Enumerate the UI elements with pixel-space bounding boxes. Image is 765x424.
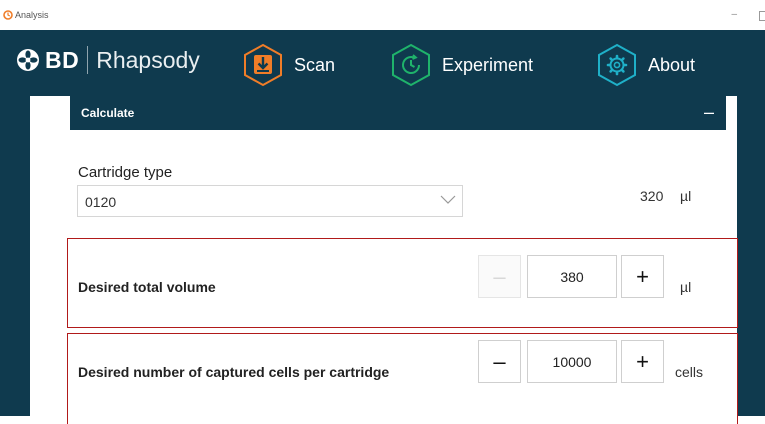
brand-bd: BD (45, 46, 80, 73)
calculate-title: Calculate (81, 106, 135, 120)
experiment-timer-icon (392, 43, 430, 87)
total-volume-row: Desired total volume – 380 + µl (67, 238, 738, 328)
left-sidebar-strip (0, 96, 30, 416)
captured-cells-unit: cells (675, 364, 704, 380)
total-volume-increment-button[interactable]: + (621, 255, 664, 298)
brand-divider (87, 46, 89, 74)
captured-cells-row: Desired number of captured cells per car… (67, 333, 738, 424)
chevron-down-icon (440, 195, 456, 204)
scan-download-icon (244, 43, 282, 87)
app-header: BD Rhapsody Scan Experiment About (0, 30, 765, 96)
brand-name: Rhapsody (96, 46, 200, 73)
nav-experiment-label: Experiment (442, 54, 534, 75)
nav-scan[interactable]: Scan (242, 43, 335, 87)
nav-about[interactable]: About (596, 43, 695, 87)
nav-scan-label: Scan (294, 54, 336, 75)
nav-about-label: About (648, 54, 696, 75)
total-volume-unit: µl (680, 279, 692, 295)
window-title: Analysis (15, 10, 49, 20)
captured-cells-label: Desired number of captured cells per car… (78, 364, 390, 380)
captured-cells-input[interactable]: 10000 (527, 340, 617, 383)
cartridge-volume-unit: µl (680, 188, 692, 204)
cartridge-type-select[interactable]: 0120 (77, 185, 463, 217)
total-volume-label: Desired total volume (78, 279, 216, 295)
nav-experiment[interactable]: Experiment (390, 43, 533, 87)
minimize-button[interactable]: – (731, 9, 737, 21)
calculate-section-header[interactable]: Calculate – (70, 96, 726, 130)
brand: BD Rhapsody (16, 46, 200, 74)
bd-logo-icon (17, 49, 39, 71)
calculate-panel: Calculate – Cartridge type 0120 320 µl D… (30, 96, 738, 424)
captured-cells-decrement-button[interactable]: – (478, 340, 521, 383)
gear-icon (598, 43, 636, 87)
captured-cells-increment-button[interactable]: + (621, 340, 664, 383)
cartridge-type-value: 0120 (85, 194, 117, 210)
cartridge-type-label: Cartridge type (78, 164, 173, 181)
window-titlebar: Analysis – (0, 0, 765, 31)
right-sidebar-strip (737, 96, 765, 416)
total-volume-decrement-button[interactable]: – (478, 255, 521, 298)
app-icon (3, 10, 13, 20)
total-volume-input[interactable]: 380 (527, 255, 617, 298)
window-controls: – (731, 9, 765, 21)
collapse-button[interactable]: – (704, 102, 714, 123)
maximize-button[interactable] (759, 11, 765, 21)
cartridge-volume-value: 320 (640, 188, 664, 204)
